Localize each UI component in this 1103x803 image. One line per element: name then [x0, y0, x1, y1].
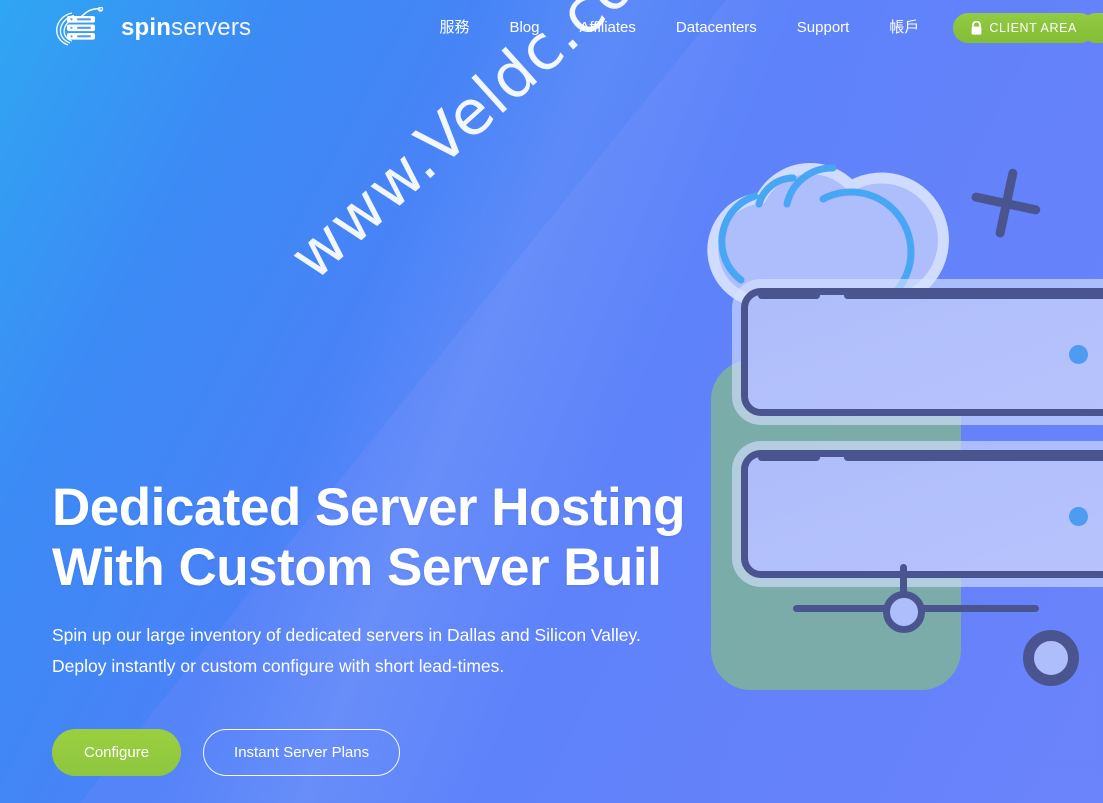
hero-page: www.Veldc.com spinservers 服務 Blog Affili…: [0, 0, 1103, 803]
instant-server-plans-button[interactable]: Instant Server Plans: [203, 729, 401, 776]
hero-heading-line-1: Dedicated Server Hosting: [52, 478, 686, 537]
site-header: spinservers 服務 Blog Affiliates Datacente…: [0, 0, 1103, 56]
hero-content: Dedicated Server Hosting With Custom Ser…: [52, 478, 752, 776]
client-area-button[interactable]: CLIENT AREA: [953, 13, 1095, 43]
hero-subtitle-line-1: Spin up our large inventory of dedicated…: [52, 625, 641, 645]
nav-item-account[interactable]: 帳戶: [869, 14, 939, 42]
page-title: Dedicated Server Hosting With Custom Ser…: [52, 478, 752, 598]
hero-subtitle-line-2: Deploy instantly or custom configure wit…: [52, 656, 505, 676]
lock-icon: [971, 21, 982, 35]
configure-button[interactable]: Configure: [52, 729, 182, 776]
hero-heading-line-2: With Custom Server Buil: [52, 538, 662, 597]
client-area-button-overflow[interactable]: [1081, 13, 1103, 43]
client-area-label: CLIENT AREA: [989, 21, 1077, 35]
nav-item-services[interactable]: 服務: [419, 14, 489, 42]
nav-item-affiliates[interactable]: Affiliates: [559, 14, 655, 42]
logo-word-spin: spin: [121, 14, 172, 41]
nav-item-blog[interactable]: Blog: [489, 14, 559, 42]
main-navigation: 服務 Blog Affiliates Datacenters Support 帳…: [419, 13, 1103, 43]
nav-item-datacenters[interactable]: Datacenters: [656, 14, 777, 42]
logo-wordmark: spinservers: [121, 16, 251, 40]
logo-word-servers: servers: [171, 14, 252, 41]
hero-cta-row: Configure Instant Server Plans: [52, 729, 752, 776]
nav-item-support[interactable]: Support: [777, 14, 870, 42]
logo[interactable]: spinservers: [52, 7, 251, 49]
hero-subtitle: Spin up our large inventory of dedicated…: [52, 620, 752, 682]
server-rack-swoosh-logo-icon: [56, 7, 104, 46]
